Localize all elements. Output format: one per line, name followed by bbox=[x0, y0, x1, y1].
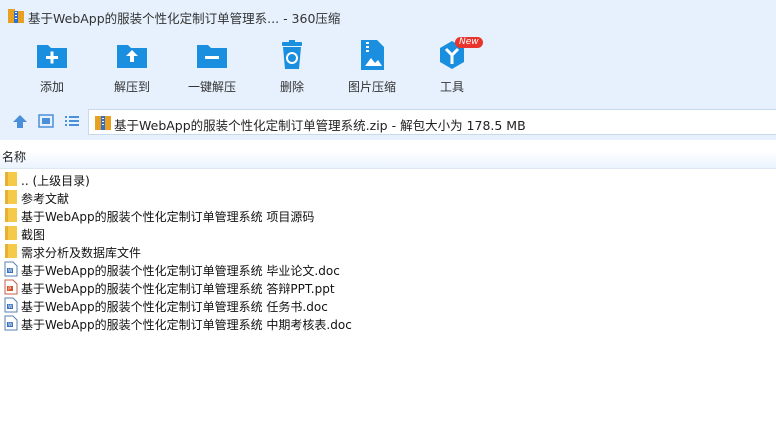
window-title: 基于WebApp的服装个性化定制订单管理系... - 360压缩 bbox=[28, 11, 341, 26]
delete-button[interactable]: 删除 bbox=[252, 38, 332, 98]
file-name: 基于WebApp的服装个性化定制订单管理系统 毕业论文.doc bbox=[21, 264, 340, 278]
thumbnail-view-icon[interactable] bbox=[38, 114, 54, 128]
word-doc-icon: W bbox=[4, 315, 18, 331]
file-row[interactable]: W 基于WebApp的服装个性化定制订单管理系统 中期考核表.doc bbox=[0, 314, 776, 332]
address-path: 基于WebApp的服装个性化定制订单管理系统.zip - 解包大小为 178.5… bbox=[114, 118, 526, 133]
one-click-extract-label: 一键解压 bbox=[187, 80, 236, 94]
file-name: 基于WebApp的服装个性化定制订单管理系统 答辩PPT.ppt bbox=[21, 282, 335, 296]
folder-icon bbox=[5, 172, 17, 186]
file-name: 参考文献 bbox=[21, 192, 70, 206]
file-row[interactable]: P 基于WebApp的服装个性化定制订单管理系统 答辩PPT.ppt bbox=[0, 278, 776, 296]
extract-to-button[interactable]: 解压到 bbox=[92, 38, 172, 98]
app-zip-icon bbox=[8, 9, 24, 23]
delete-icon bbox=[282, 40, 302, 69]
folder-icon bbox=[5, 208, 17, 222]
file-name: .. (上级目录) bbox=[21, 174, 90, 188]
zip-file-icon bbox=[95, 116, 111, 130]
one-click-extract-icon bbox=[197, 45, 227, 68]
folder-row[interactable]: 需求分析及数据库文件 bbox=[0, 242, 776, 260]
file-name: 需求分析及数据库文件 bbox=[21, 246, 142, 260]
file-list-panel: 名称 .. (上级目录) 参考文献基于WebApp的服装个性化定制订单管理系统 项… bbox=[0, 140, 776, 442]
title-bar[interactable]: 基于WebApp的服装个性化定制订单管理系... - 360压缩 bbox=[0, 0, 776, 32]
up-arrow-icon[interactable] bbox=[12, 114, 28, 128]
one-click-extract-button[interactable]: 一键解压 bbox=[172, 38, 252, 98]
tools-label: 工具 bbox=[439, 80, 464, 94]
column-header-name[interactable]: 名称 bbox=[0, 140, 776, 169]
list-view-icon[interactable] bbox=[64, 114, 80, 128]
file-list: .. (上级目录) 参考文献基于WebApp的服装个性化定制订单管理系统 项目源码… bbox=[0, 170, 776, 332]
file-name: 截图 bbox=[21, 228, 46, 242]
folder-row[interactable]: 参考文献 bbox=[0, 188, 776, 206]
folder-icon bbox=[5, 244, 17, 258]
folder-icon bbox=[5, 226, 17, 240]
folder-row[interactable]: 截图 bbox=[0, 224, 776, 242]
extract-to-icon bbox=[117, 45, 147, 68]
word-doc-icon: W bbox=[4, 297, 18, 313]
new-badge: New bbox=[455, 37, 483, 48]
address-field[interactable]: 基于WebApp的服装个性化定制订单管理系统.zip - 解包大小为 178.5… bbox=[88, 109, 776, 135]
address-bar: 基于WebApp的服装个性化定制订单管理系统.zip - 解包大小为 178.5… bbox=[0, 102, 776, 140]
svg-text:W: W bbox=[8, 268, 13, 274]
image-compress-icon bbox=[361, 40, 384, 70]
file-name: 基于WebApp的服装个性化定制订单管理系统 项目源码 bbox=[21, 210, 315, 224]
folder-row[interactable]: 基于WebApp的服装个性化定制订单管理系统 项目源码 bbox=[0, 206, 776, 224]
folder-icon bbox=[5, 190, 17, 204]
add-label: 添加 bbox=[39, 80, 64, 94]
extract-to-label: 解压到 bbox=[113, 80, 150, 94]
add-button[interactable]: 添加 bbox=[12, 38, 92, 98]
svg-text:W: W bbox=[8, 322, 13, 328]
folder-row[interactable]: .. (上级目录) bbox=[0, 170, 776, 188]
add-icon bbox=[37, 45, 67, 68]
tools-button[interactable]: 工具 New bbox=[412, 37, 492, 98]
ppt-file-icon: P bbox=[4, 279, 18, 295]
column-name-label: 名称 bbox=[2, 150, 27, 164]
toolbar: 添加 解压到 一键解压 删除 图片压缩 工具 New bbox=[0, 32, 776, 102]
image-compress-button[interactable]: 图片压缩 bbox=[332, 38, 412, 98]
image-compress-label: 图片压缩 bbox=[347, 80, 396, 94]
file-row[interactable]: W 基于WebApp的服装个性化定制订单管理系统 毕业论文.doc bbox=[0, 260, 776, 278]
file-name: 基于WebApp的服装个性化定制订单管理系统 中期考核表.doc bbox=[21, 318, 352, 332]
word-doc-icon: W bbox=[4, 261, 18, 277]
delete-label: 删除 bbox=[279, 80, 304, 94]
file-row[interactable]: W 基于WebApp的服装个性化定制订单管理系统 任务书.doc bbox=[0, 296, 776, 314]
svg-text:W: W bbox=[8, 304, 13, 310]
svg-text:P: P bbox=[8, 286, 11, 292]
file-name: 基于WebApp的服装个性化定制订单管理系统 任务书.doc bbox=[21, 300, 328, 314]
